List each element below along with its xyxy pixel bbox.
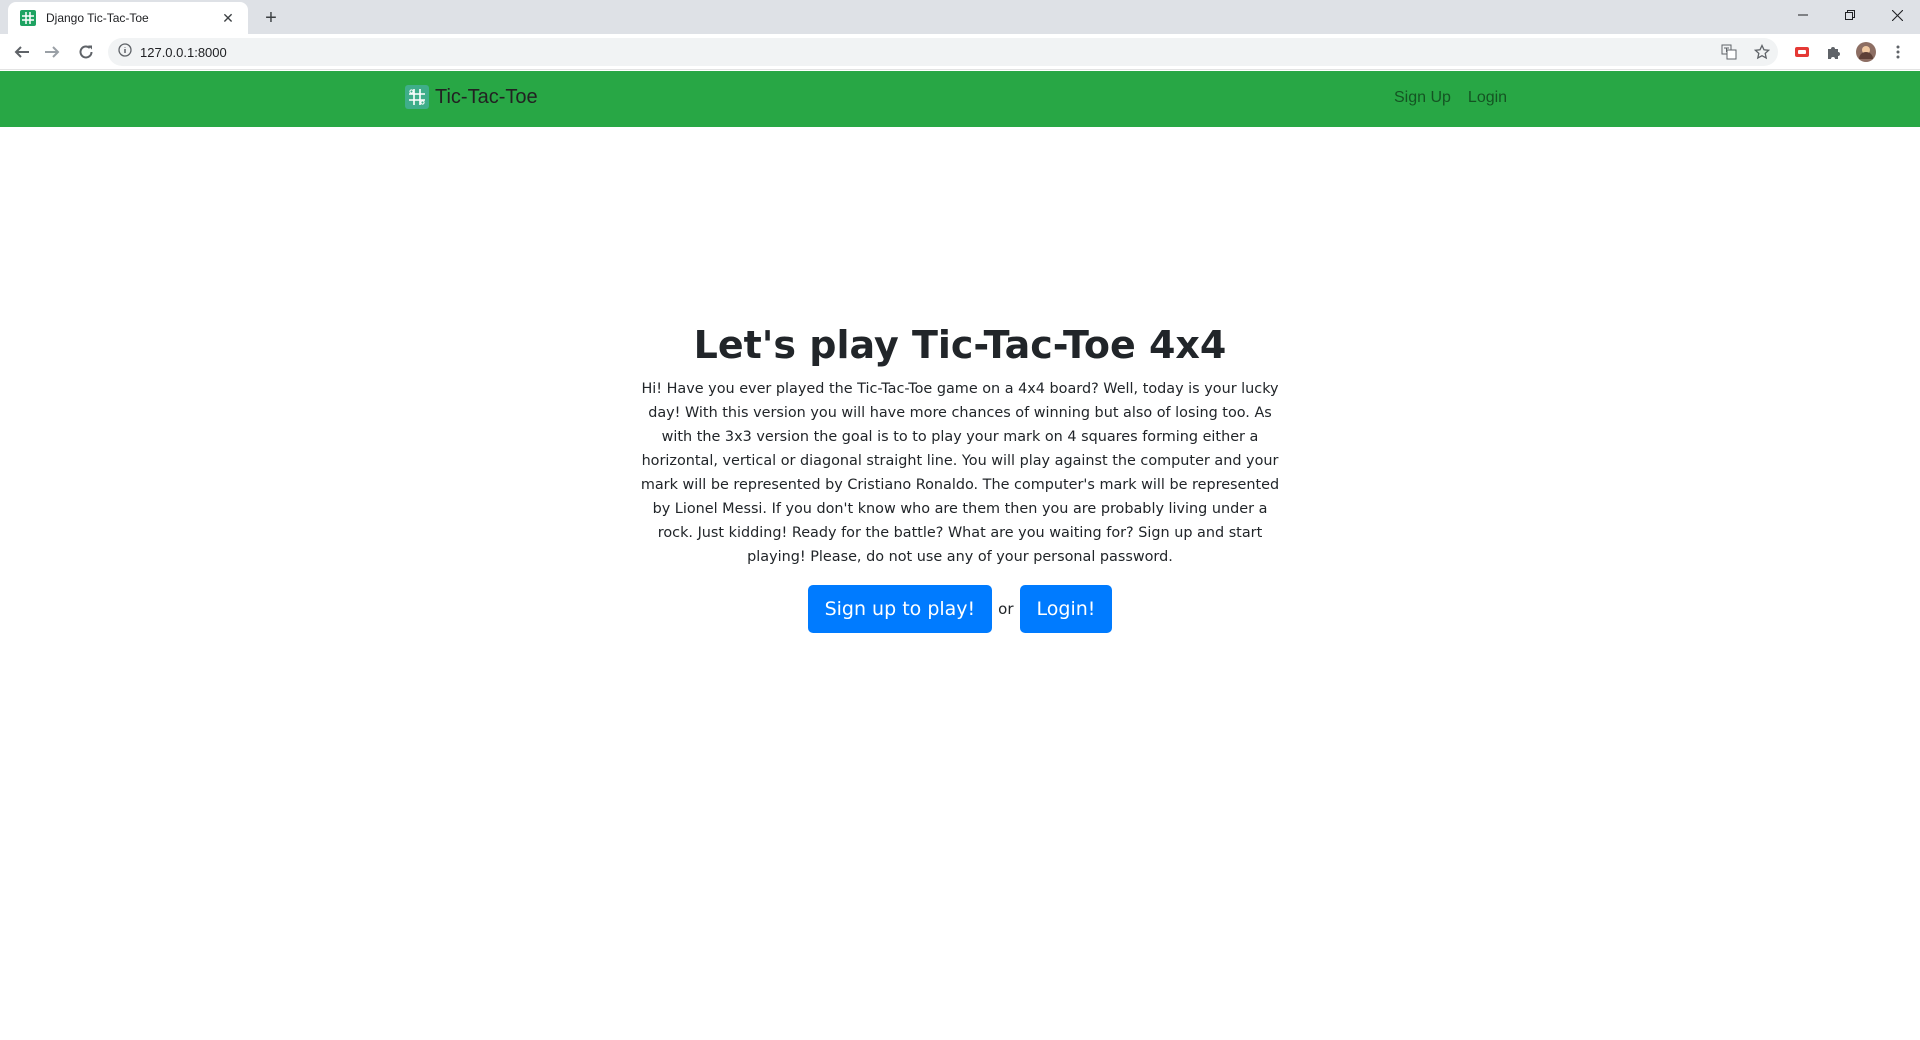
login-button[interactable]: Login! [1019, 585, 1113, 633]
info-icon[interactable] [118, 42, 132, 62]
navbar-brand[interactable]: Tic-Tac-Toe [405, 85, 538, 109]
address-bar[interactable]: 127.0.0.1:8000 [108, 38, 1778, 66]
back-arrow-icon[interactable] [8, 38, 36, 66]
navbar-links: Sign Up Login [1394, 89, 1524, 107]
tic-tac-toe-logo-icon [405, 85, 429, 109]
reload-icon[interactable] [72, 38, 100, 66]
tab-title: Django Tic-Tac-Toe [46, 11, 149, 25]
browser-tab[interactable]: Django Tic-Tac-Toe ✕ [8, 2, 248, 34]
extensions-puzzle-icon[interactable] [1823, 41, 1845, 63]
forward-arrow-icon[interactable] [38, 38, 66, 66]
brand-text: Tic-Tac-Toe [435, 85, 538, 108]
browser-menu-icon[interactable] [1887, 41, 1909, 63]
minimize-icon[interactable] [1780, 0, 1826, 30]
hero-section: Let's play Tic-Tac-Toe 4x4 Hi! Have you … [640, 318, 1280, 633]
new-tab-plus-icon[interactable]: + [258, 5, 284, 31]
close-window-icon[interactable] [1874, 0, 1920, 30]
hero-actions: Sign up to play! or Login! [640, 585, 1280, 633]
browser-toolbar: 127.0.0.1:8000 [0, 34, 1920, 70]
tic-tac-toe-favicon-icon [20, 10, 36, 26]
page-title: Let's play Tic-Tac-Toe 4x4 [693, 323, 1227, 367]
extension-red-icon[interactable] [1791, 41, 1813, 63]
bookmark-star-icon[interactable] [1751, 41, 1773, 63]
profile-avatar-icon[interactable] [1855, 41, 1877, 63]
sign-up-to-play-button[interactable]: Sign up to play! [807, 585, 993, 633]
site-navbar: Tic-Tac-Toe Sign Up Login [0, 71, 1920, 127]
nav-login-link[interactable]: Login [1468, 89, 1507, 107]
url-text: 127.0.0.1:8000 [140, 44, 227, 60]
browser-tab-strip: Django Tic-Tac-Toe ✕ + [0, 0, 1920, 34]
intro-paragraph: Hi! Have you ever played the Tic-Tac-Toe… [640, 381, 1280, 565]
nav-sign-up-link[interactable]: Sign Up [1394, 89, 1451, 107]
restore-icon[interactable] [1827, 0, 1873, 30]
translate-icon[interactable] [1718, 41, 1740, 63]
or-separator: or [998, 600, 1014, 618]
close-tab-icon[interactable]: ✕ [218, 8, 238, 28]
